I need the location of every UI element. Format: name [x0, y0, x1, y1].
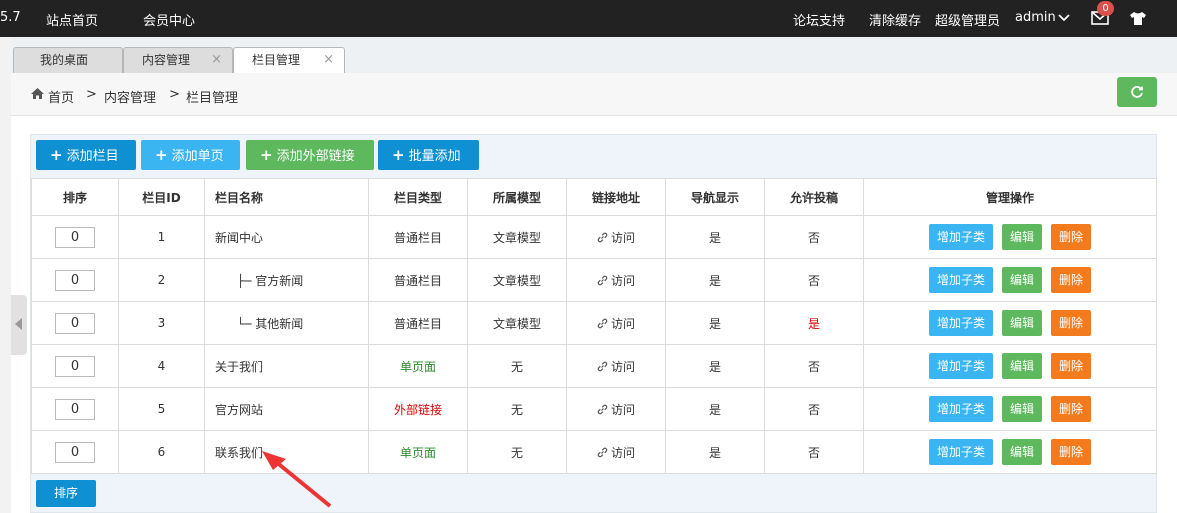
- annotation-arrow: [262, 451, 332, 508]
